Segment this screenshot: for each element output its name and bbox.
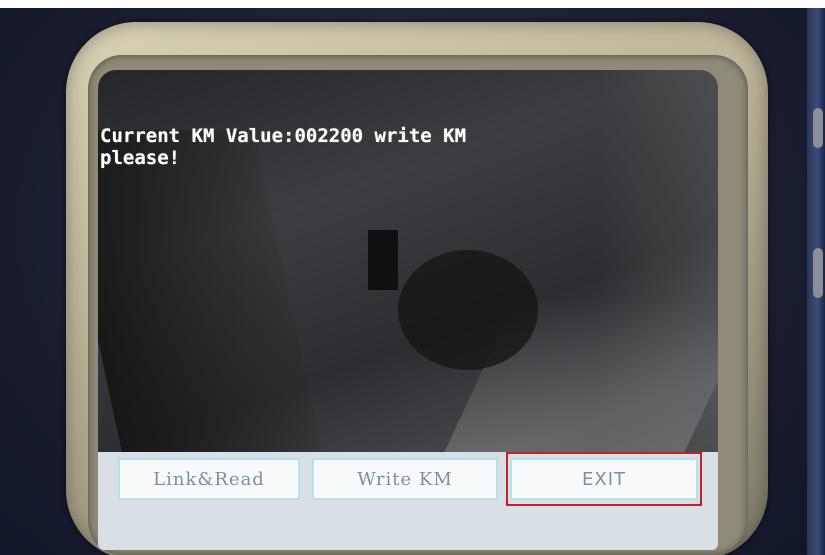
write-km-button[interactable]: Write KM (312, 458, 498, 500)
glass-reflection (368, 230, 398, 290)
status-message: Current KM Value:002200 write KM please! (100, 125, 467, 169)
exit-button[interactable]: EXIT (510, 458, 698, 500)
button-bar: Link&Read Write KM EXIT (98, 452, 718, 550)
device-side-edge (807, 8, 825, 555)
photo-frame: Current KM Value:002200 write KM please!… (0, 0, 825, 555)
link-read-button[interactable]: Link&Read (118, 458, 300, 500)
glass-reflection (440, 300, 718, 460)
side-knob (813, 248, 823, 298)
lcd-screen: Current KM Value:002200 write KM please!… (98, 70, 718, 550)
side-knob (813, 108, 823, 148)
glass-reflection (398, 250, 538, 370)
